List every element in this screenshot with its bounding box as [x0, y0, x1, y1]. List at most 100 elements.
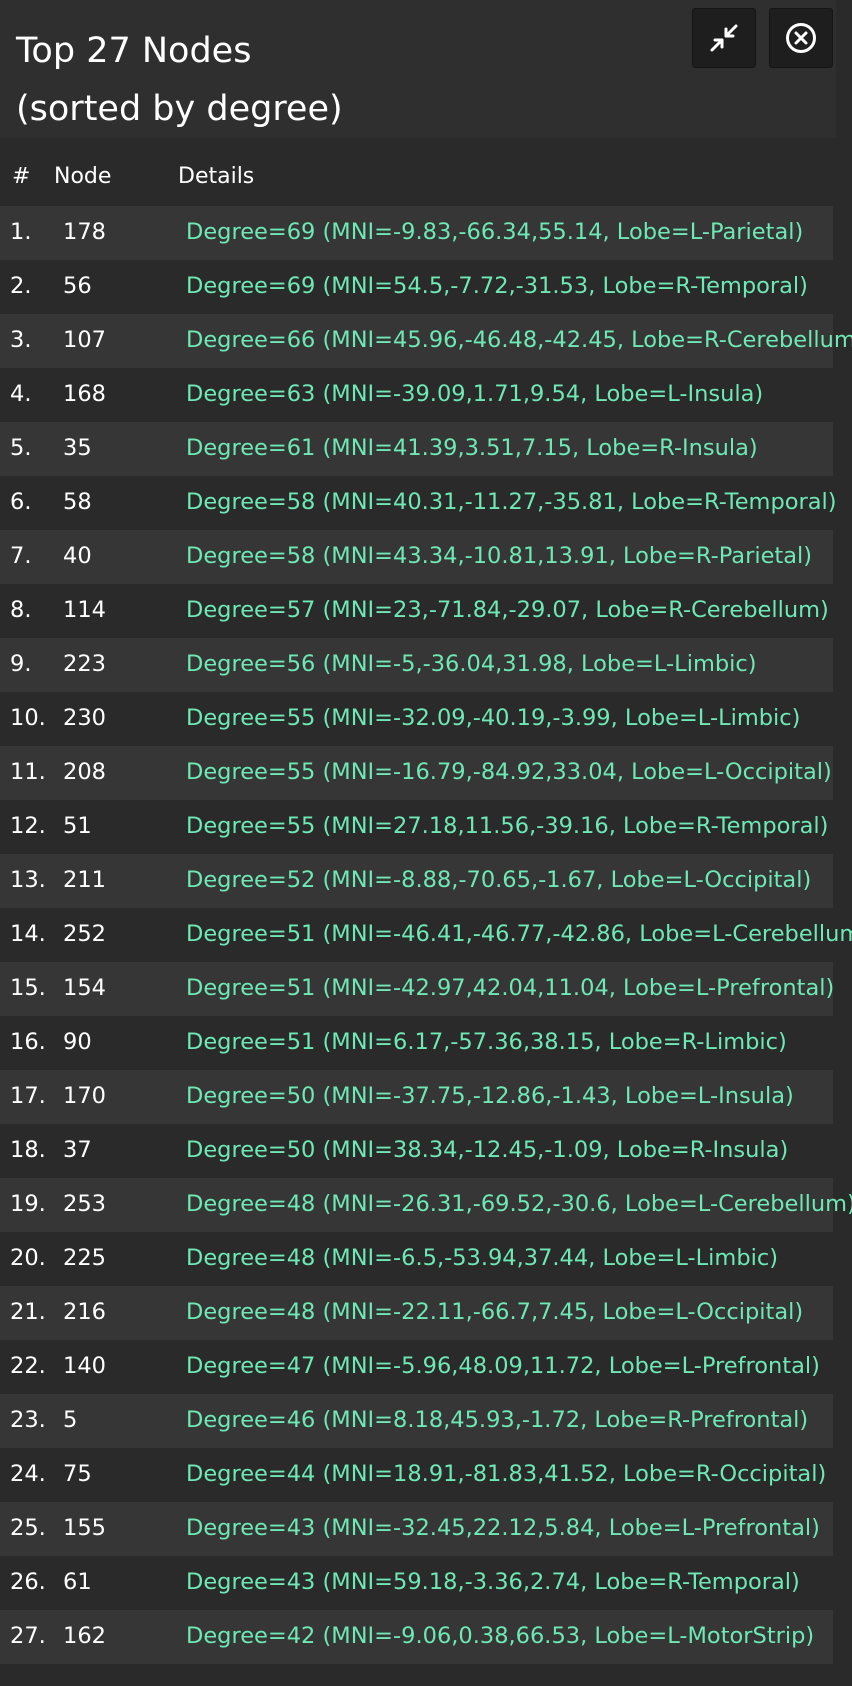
row-num: 26. — [10, 1569, 46, 1595]
row-node: 162 — [63, 1623, 106, 1649]
row-node: 56 — [63, 273, 92, 299]
header-details: Details — [178, 164, 255, 189]
table-row: 27. 162 Degree=42 (MNI=-9.06,0.38,66.53, L… — [0, 1610, 833, 1664]
row-num: 22. — [10, 1353, 46, 1379]
table-row: 19. 253 Degree=48 (MNI=-26.31,-69.52,-30.6… — [0, 1178, 852, 1232]
row-num: 15. — [10, 975, 46, 1001]
row-node: 154 — [63, 975, 106, 1001]
table-row: 15. 154 Degree=51 (MNI=-42.97,42.04,11.04,… — [0, 962, 835, 1016]
row-node: 223 — [63, 651, 106, 677]
table-row: 20. 225 Degree=48 (MNI=-6.5,-53.94,37.44, … — [0, 1232, 833, 1286]
table-row: 4. 168 Degree=63 (MNI=-39.09,1.71,9.54, Lo… — [0, 368, 833, 422]
row-num: 14. — [10, 921, 46, 947]
table-row: 5. 35 Degree=61 (MNI=41.39,3.51,7.15, Lobe… — [0, 422, 833, 476]
row-num: 21. — [10, 1299, 46, 1325]
row-num: 12. — [10, 813, 46, 839]
table-row: 23. 5 Degree=46 (MNI=8.18,45.93,-1.72, Lob… — [0, 1394, 833, 1448]
row-node: 140 — [63, 1353, 106, 1379]
row-node: 168 — [63, 381, 106, 407]
row-details: Degree=42 (MNI=-9.06,0.38,66.53, Lobe=L-… — [186, 1623, 815, 1649]
table-row: 3. 107 Degree=66 (MNI=45.96,-46.48,-42.45,… — [0, 314, 852, 368]
table-header: # Node Details — [0, 148, 852, 206]
shrink-button[interactable] — [692, 8, 756, 68]
table-row: 14. 252 Degree=51 (MNI=-46.41,-46.77,-42.8… — [0, 908, 852, 962]
row-node: 35 — [63, 435, 92, 461]
row-details: Degree=48 (MNI=-6.5,-53.94,37.44, Lobe=L… — [186, 1245, 779, 1271]
row-num: 18. — [10, 1137, 46, 1163]
header-num: # — [12, 164, 31, 189]
row-num: 5. — [10, 435, 32, 461]
table-row: 22. 140 Degree=47 (MNI=-5.96,48.09,11.72, … — [0, 1340, 833, 1394]
row-num: 23. — [10, 1407, 46, 1433]
table-row: 2. 56 Degree=69 (MNI=54.5,-7.72,-31.53, Lo… — [0, 260, 833, 314]
row-details: Degree=50 (MNI=-37.75,-12.86,-1.43, Lobe… — [186, 1083, 794, 1109]
header-node: Node — [54, 164, 112, 189]
row-details: Degree=57 (MNI=23,-71.84,-29.07, Lobe=R-… — [186, 597, 829, 623]
row-num: 24. — [10, 1461, 46, 1487]
row-num: 9. — [10, 651, 32, 677]
row-node: 75 — [63, 1461, 92, 1487]
row-node: 208 — [63, 759, 106, 785]
nodes-table: # Node Details 1. 178 Degree=69 (MNI=-9.83… — [0, 148, 852, 1664]
row-details: Degree=55 (MNI=27.18,11.56,-39.16, Lobe=… — [186, 813, 829, 839]
row-details: Degree=46 (MNI=8.18,45.93,-1.72, Lobe=R-… — [186, 1407, 809, 1433]
table-row: 6. 58 Degree=58 (MNI=40.31,-11.27,-35.81, … — [0, 476, 837, 530]
row-node: 58 — [63, 489, 92, 515]
table-row: 17. 170 Degree=50 (MNI=-37.75,-12.86,-1.43… — [0, 1070, 833, 1124]
row-details: Degree=51 (MNI=-42.97,42.04,11.04, Lobe=… — [186, 975, 835, 1001]
row-details: Degree=48 (MNI=-26.31,-69.52,-30.6, Lobe… — [186, 1191, 852, 1217]
table-row: 24. 75 Degree=44 (MNI=18.91,-81.83,41.52, … — [0, 1448, 833, 1502]
table-row: 1. 178 Degree=69 (MNI=-9.83,-66.34,55.14, … — [0, 206, 833, 260]
row-num: 2. — [10, 273, 32, 299]
row-node: 155 — [63, 1515, 106, 1541]
row-num: 8. — [10, 597, 32, 623]
panel-title-line2: (sorted by degree) — [16, 89, 343, 129]
row-num: 16. — [10, 1029, 46, 1055]
table-row: 18. 37 Degree=50 (MNI=38.34,-12.45,-1.09, … — [0, 1124, 833, 1178]
row-num: 19. — [10, 1191, 46, 1217]
close-button[interactable] — [769, 8, 833, 68]
row-num: 27. — [10, 1623, 46, 1649]
row-details: Degree=51 (MNI=6.17,-57.36,38.15, Lobe=R… — [186, 1029, 787, 1055]
row-details: Degree=43 (MNI=59.18,-3.36,2.74, Lobe=R-… — [186, 1569, 800, 1595]
row-details: Degree=47 (MNI=-5.96,48.09,11.72, Lobe=L… — [186, 1353, 820, 1379]
row-num: 7. — [10, 543, 32, 569]
row-node: 40 — [63, 543, 92, 569]
row-node: 90 — [63, 1029, 92, 1055]
row-node: 230 — [63, 705, 106, 731]
row-details: Degree=50 (MNI=38.34,-12.45,-1.09, Lobe=… — [186, 1137, 789, 1163]
row-details: Degree=61 (MNI=41.39,3.51,7.15, Lobe=R-I… — [186, 435, 758, 461]
row-node: 51 — [63, 813, 92, 839]
row-num: 20. — [10, 1245, 46, 1271]
row-node: 37 — [63, 1137, 92, 1163]
row-node: 225 — [63, 1245, 106, 1271]
panel-title-line1: Top 27 Nodes — [16, 31, 252, 71]
table-row: 13. 211 Degree=52 (MNI=-8.88,-70.65,-1.67,… — [0, 854, 833, 908]
row-num: 4. — [10, 381, 32, 407]
table-row: 11. 208 Degree=55 (MNI=-16.79,-84.92,33.04… — [0, 746, 833, 800]
row-node: 170 — [63, 1083, 106, 1109]
row-details: Degree=58 (MNI=43.34,-10.81,13.91, Lobe=… — [186, 543, 813, 569]
row-details: Degree=43 (MNI=-32.45,22.12,5.84, Lobe=L… — [186, 1515, 820, 1541]
close-circle-icon — [786, 23, 816, 53]
table-row: 25. 155 Degree=43 (MNI=-32.45,22.12,5.84, … — [0, 1502, 833, 1556]
row-node: 252 — [63, 921, 106, 947]
row-node: 216 — [63, 1299, 106, 1325]
row-details: Degree=55 (MNI=-16.79,-84.92,33.04, Lobe… — [186, 759, 832, 785]
row-num: 25. — [10, 1515, 46, 1541]
row-details: Degree=55 (MNI=-32.09,-40.19,-3.99, Lobe… — [186, 705, 801, 731]
table-row: 21. 216 Degree=48 (MNI=-22.11,-66.7,7.45, … — [0, 1286, 833, 1340]
row-details: Degree=56 (MNI=-5,-36.04,31.98, Lobe=L-L… — [186, 651, 757, 677]
row-node: 107 — [63, 327, 106, 353]
table-body: 1. 178 Degree=69 (MNI=-9.83,-66.34,55.14, … — [0, 206, 852, 1664]
row-details: Degree=52 (MNI=-8.88,-70.65,-1.67, Lobe=… — [186, 867, 812, 893]
row-details: Degree=69 (MNI=-9.83,-66.34,55.14, Lobe=… — [186, 219, 804, 245]
row-node: 5 — [63, 1407, 78, 1433]
shrink-icon — [710, 24, 738, 52]
row-node: 114 — [63, 597, 106, 623]
row-num: 13. — [10, 867, 46, 893]
table-row: 8. 114 Degree=57 (MNI=23,-71.84,-29.07, Lo… — [0, 584, 833, 638]
row-details: Degree=48 (MNI=-22.11,-66.7,7.45, Lobe=L… — [186, 1299, 804, 1325]
table-row: 10. 230 Degree=55 (MNI=-32.09,-40.19,-3.99… — [0, 692, 833, 746]
row-details: Degree=66 (MNI=45.96,-46.48,-42.45, Lobe… — [186, 327, 852, 353]
